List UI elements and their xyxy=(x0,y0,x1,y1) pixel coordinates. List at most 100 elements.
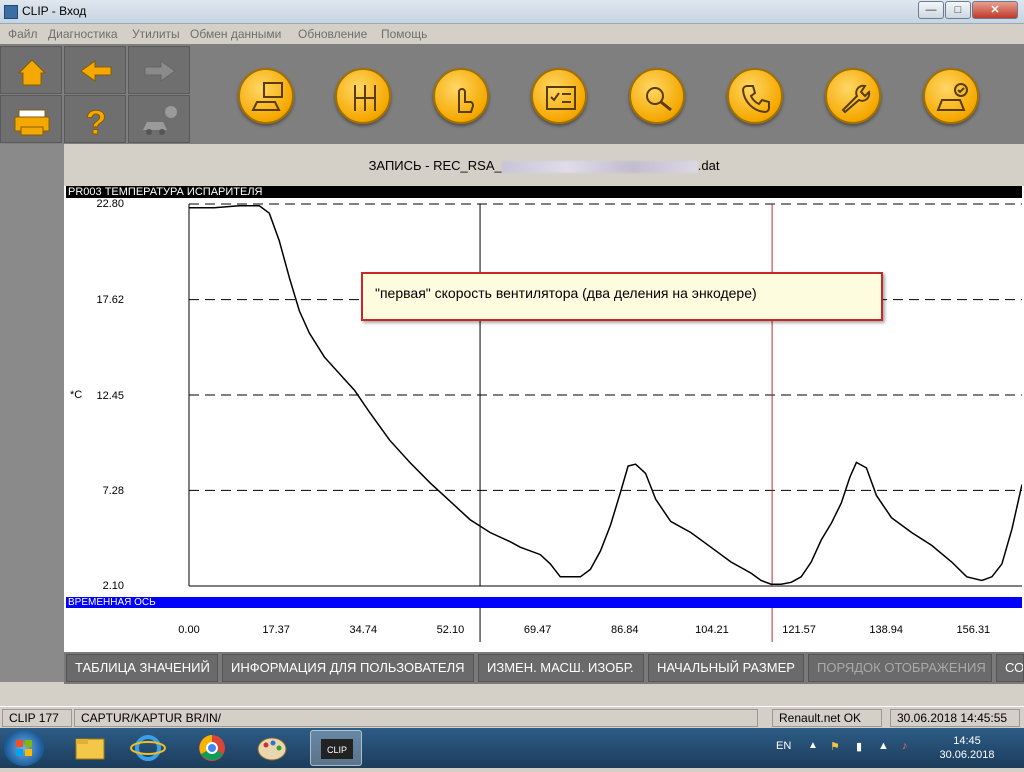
checklist-button[interactable] xyxy=(531,68,587,124)
chrome-icon xyxy=(199,735,225,761)
left-panel xyxy=(0,144,64,682)
vehicle-info-button[interactable] xyxy=(128,95,190,143)
status-vehicle: CAPTUR/KAPTUR BR/IN/ xyxy=(74,709,758,727)
status-network: Renault.net OK xyxy=(772,709,882,727)
initial-size-button[interactable]: НАЧАЛЬНЫЙ РАЗМЕР xyxy=(648,654,804,682)
taskbar-paint[interactable] xyxy=(246,730,298,766)
taskbar-clip[interactable]: CLIP xyxy=(310,730,362,766)
menu-help[interactable]: Помощь xyxy=(381,27,427,41)
y-tick-label: 17.62 xyxy=(96,294,124,306)
title-bar: CLIP - Вход — □ ✕ xyxy=(0,0,1024,24)
vehicle-id-icon xyxy=(251,82,283,111)
internet-explorer-icon xyxy=(130,735,166,761)
phone-support-button[interactable] xyxy=(727,68,783,124)
volume-muted-icon[interactable]: ♪ xyxy=(902,740,908,752)
vehicle-id-button[interactable] xyxy=(238,68,294,124)
help-button[interactable]: ? xyxy=(64,95,126,143)
phone-support-icon xyxy=(741,85,770,114)
print-button[interactable] xyxy=(0,95,62,143)
paint-icon xyxy=(257,737,287,761)
y-axis-unit: *C xyxy=(70,389,83,401)
help-icon: ? xyxy=(85,104,107,143)
menu-diagnostics[interactable]: Диагностика xyxy=(48,27,118,41)
diagnostic-icon xyxy=(646,87,672,112)
truncated-button[interactable]: СО xyxy=(996,654,1024,682)
app-icon xyxy=(4,5,18,19)
x-tick-label: 104.21 xyxy=(695,624,729,636)
redacted-filename xyxy=(501,160,698,173)
bottom-button-bar: ТАБЛИЦА ЗНАЧЕНИЙ ИНФОРМАЦИЯ ДЛЯ ПОЛЬЗОВА… xyxy=(64,652,1024,684)
x-tick-label: 34.74 xyxy=(349,624,378,636)
y-tick-label: 22.80 xyxy=(96,198,124,210)
wrench-button[interactable] xyxy=(825,68,881,124)
display-order-button[interactable]: ПОРЯДОК ОТОБРАЖЕНИЯ xyxy=(808,654,992,682)
checklist-icon xyxy=(546,86,576,110)
x-tick-label: 69.47 xyxy=(523,624,552,636)
values-table-button[interactable]: ТАБЛИЦА ЗНАЧЕНИЙ xyxy=(66,654,218,682)
taskbar-chrome[interactable] xyxy=(186,730,238,766)
temperature-chart xyxy=(188,203,1022,587)
gridlines xyxy=(189,203,1022,491)
menu-file[interactable]: Файл xyxy=(8,27,38,41)
y-tick-label: 7.28 xyxy=(102,485,124,497)
wrench-icon xyxy=(841,84,871,114)
clock-time: 14:45 xyxy=(953,735,981,747)
record-title-prefix: ЗАПИСЬ - REC_RSA_ xyxy=(368,158,502,173)
close-button[interactable]: ✕ xyxy=(972,1,1018,19)
parameter-label: PR003 ТЕМПЕРАТУРА ИСПАРИТЕЛЯ xyxy=(66,186,1022,198)
home-button[interactable] xyxy=(0,46,62,94)
arrow-right-icon xyxy=(144,60,176,82)
svg-text:?: ? xyxy=(86,104,107,142)
touch-button[interactable] xyxy=(433,68,489,124)
status-datetime: 30.06.2018 14:45:55 xyxy=(890,709,1020,727)
signal-icon[interactable]: ▲ xyxy=(878,740,889,752)
toolbar: ? xyxy=(0,44,1024,144)
language-indicator[interactable]: EN xyxy=(776,740,791,752)
menu-data-exchange[interactable]: Обмен данными xyxy=(190,27,281,41)
forward-button[interactable] xyxy=(128,46,190,94)
back-button[interactable] xyxy=(64,46,126,94)
gearbox-button[interactable] xyxy=(335,68,391,124)
home-icon xyxy=(17,59,47,86)
show-hidden-icons-icon[interactable]: ▲ xyxy=(808,740,818,751)
arrow-left-icon xyxy=(80,60,112,82)
diagnostic-button[interactable] xyxy=(629,68,685,124)
clip-app-icon: CLIP xyxy=(321,739,353,759)
taskbar-explorer[interactable] xyxy=(64,730,116,766)
time-axis-label: ВРЕМЕННАЯ ОСЬ xyxy=(66,597,1022,608)
touch-icon xyxy=(458,88,475,113)
svg-text:CLIP: CLIP xyxy=(327,745,347,755)
record-title: ЗАПИСЬ - REC_RSA_ .dat xyxy=(64,144,1024,186)
menu-bar: Файл Диагностика Утилиты Обмен данными О… xyxy=(0,24,1024,44)
printer-icon xyxy=(14,109,50,136)
window-title: CLIP - Вход xyxy=(22,4,87,18)
x-tick-label: 156.31 xyxy=(956,624,991,636)
maximize-button[interactable]: □ xyxy=(945,1,971,19)
taskbar-clock[interactable]: 14:45 30.06.2018 xyxy=(932,734,1002,762)
flag-icon[interactable]: ⚑ xyxy=(830,740,840,753)
annotation-callout: "первая" скорость вентилятора (два делен… xyxy=(361,272,883,321)
x-tick-label: 0.00 xyxy=(178,624,200,636)
clock-date: 30.06.2018 xyxy=(939,749,995,761)
vehicle-check-button[interactable] xyxy=(923,68,979,124)
minimize-button[interactable]: — xyxy=(918,1,944,19)
user-info-button[interactable]: ИНФОРМАЦИЯ ДЛЯ ПОЛЬЗОВАТЕЛЯ xyxy=(222,654,474,682)
y-tick-label: 2.10 xyxy=(102,580,124,592)
menu-utilities[interactable]: Утилиты xyxy=(132,27,180,41)
windows-logo-icon xyxy=(16,740,32,756)
x-tick-label: 121.57 xyxy=(782,624,816,636)
status-bar: CLIP 177 CAPTUR/KAPTUR BR/IN/ Renault.ne… xyxy=(0,706,1024,728)
taskbar-ie[interactable] xyxy=(122,730,174,766)
x-tick-label: 86.84 xyxy=(611,624,639,636)
gearbox-icon xyxy=(354,85,376,111)
vehicle-info-icon xyxy=(143,106,177,135)
start-button[interactable] xyxy=(4,730,44,766)
battery-icon[interactable]: ▮ xyxy=(856,740,862,753)
explorer-icon xyxy=(75,738,105,760)
record-title-suffix: .dat xyxy=(697,158,720,173)
x-tick-label: 52.10 xyxy=(436,624,465,636)
x-tick-label: 138.94 xyxy=(869,624,904,636)
change-scale-button[interactable]: ИЗМЕН. МАСШ. ИЗОБР. xyxy=(478,654,644,682)
status-version: CLIP 177 xyxy=(2,709,72,727)
menu-update[interactable]: Обновление xyxy=(298,27,367,41)
